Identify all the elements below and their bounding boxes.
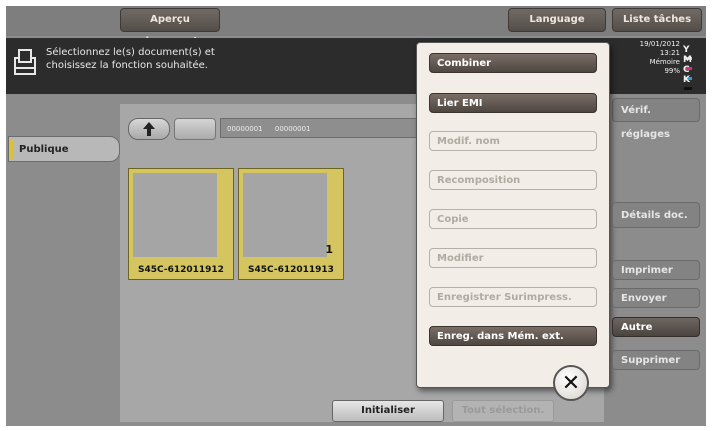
folder-blank-button[interactable] xyxy=(174,118,216,140)
print-button[interactable]: Imprimer xyxy=(612,260,700,280)
save-external-memory-button[interactable]: Enreg. dans Mém. ext. xyxy=(429,326,597,346)
close-icon[interactable]: ✕ xyxy=(553,365,589,401)
document-page-count: 1 xyxy=(325,243,333,256)
select-all-button[interactable]: Tout sélection. xyxy=(452,400,554,422)
link-emi-button[interactable]: Lier EMI xyxy=(429,93,597,113)
document-folder-icon xyxy=(12,48,38,82)
document-thumbnail xyxy=(243,173,327,257)
rename-button[interactable]: Modif. nom xyxy=(429,131,597,151)
document-name: S45C-612011913 xyxy=(248,265,334,275)
toner-k-indicator: K xyxy=(683,76,697,94)
document-name: S45C-612011912 xyxy=(138,265,224,275)
reset-button[interactable]: Initialiser xyxy=(332,400,444,422)
combine-button[interactable]: Combiner xyxy=(429,53,597,73)
document-details-button[interactable]: Détails doc. xyxy=(612,202,700,228)
save-overlay-button[interactable]: Enregistrer Surimpress. xyxy=(429,287,597,307)
document-tile[interactable]: 1 S45C-612011913 xyxy=(238,168,344,280)
copy-button[interactable]: Copie xyxy=(429,209,597,229)
folder-path: 00000001 00000001 xyxy=(220,118,420,138)
top-bar: Aperçu document Language Liste tâches xyxy=(6,6,706,47)
check-settings-button[interactable]: Vérif. réglages xyxy=(612,98,700,140)
other-functions-menu: Combiner Lier EMI Modif. nom Recompositi… xyxy=(416,42,610,401)
other-button[interactable]: Autre xyxy=(612,317,700,337)
document-thumbnail xyxy=(133,173,217,257)
path-id: 00000001 xyxy=(227,125,263,133)
control-panel-screen: Aperçu document Language Liste tâches Sé… xyxy=(6,6,706,426)
modify-button[interactable]: Modifier xyxy=(429,248,597,268)
document-preview-button[interactable]: Aperçu document xyxy=(120,8,220,47)
recomposition-button[interactable]: Recomposition xyxy=(429,170,597,190)
path-name: 00000001 xyxy=(274,125,311,133)
arrow-up-icon xyxy=(143,122,155,136)
public-box-tab[interactable]: Publique xyxy=(8,136,120,162)
delete-button[interactable]: Supprimer xyxy=(612,350,700,370)
status-indicator: 19/01/2012 13:21 Mémoire 99% Y M C K xyxy=(612,40,700,92)
instruction-text: Sélectionnez le(s) document(s) et choisi… xyxy=(46,47,215,71)
send-button[interactable]: Envoyer xyxy=(612,288,700,308)
task-list-button[interactable]: Liste tâches xyxy=(612,8,702,32)
language-button[interactable]: Language xyxy=(508,8,606,32)
folder-up-button[interactable] xyxy=(128,118,170,140)
document-tile[interactable]: S45C-612011912 xyxy=(128,168,234,280)
